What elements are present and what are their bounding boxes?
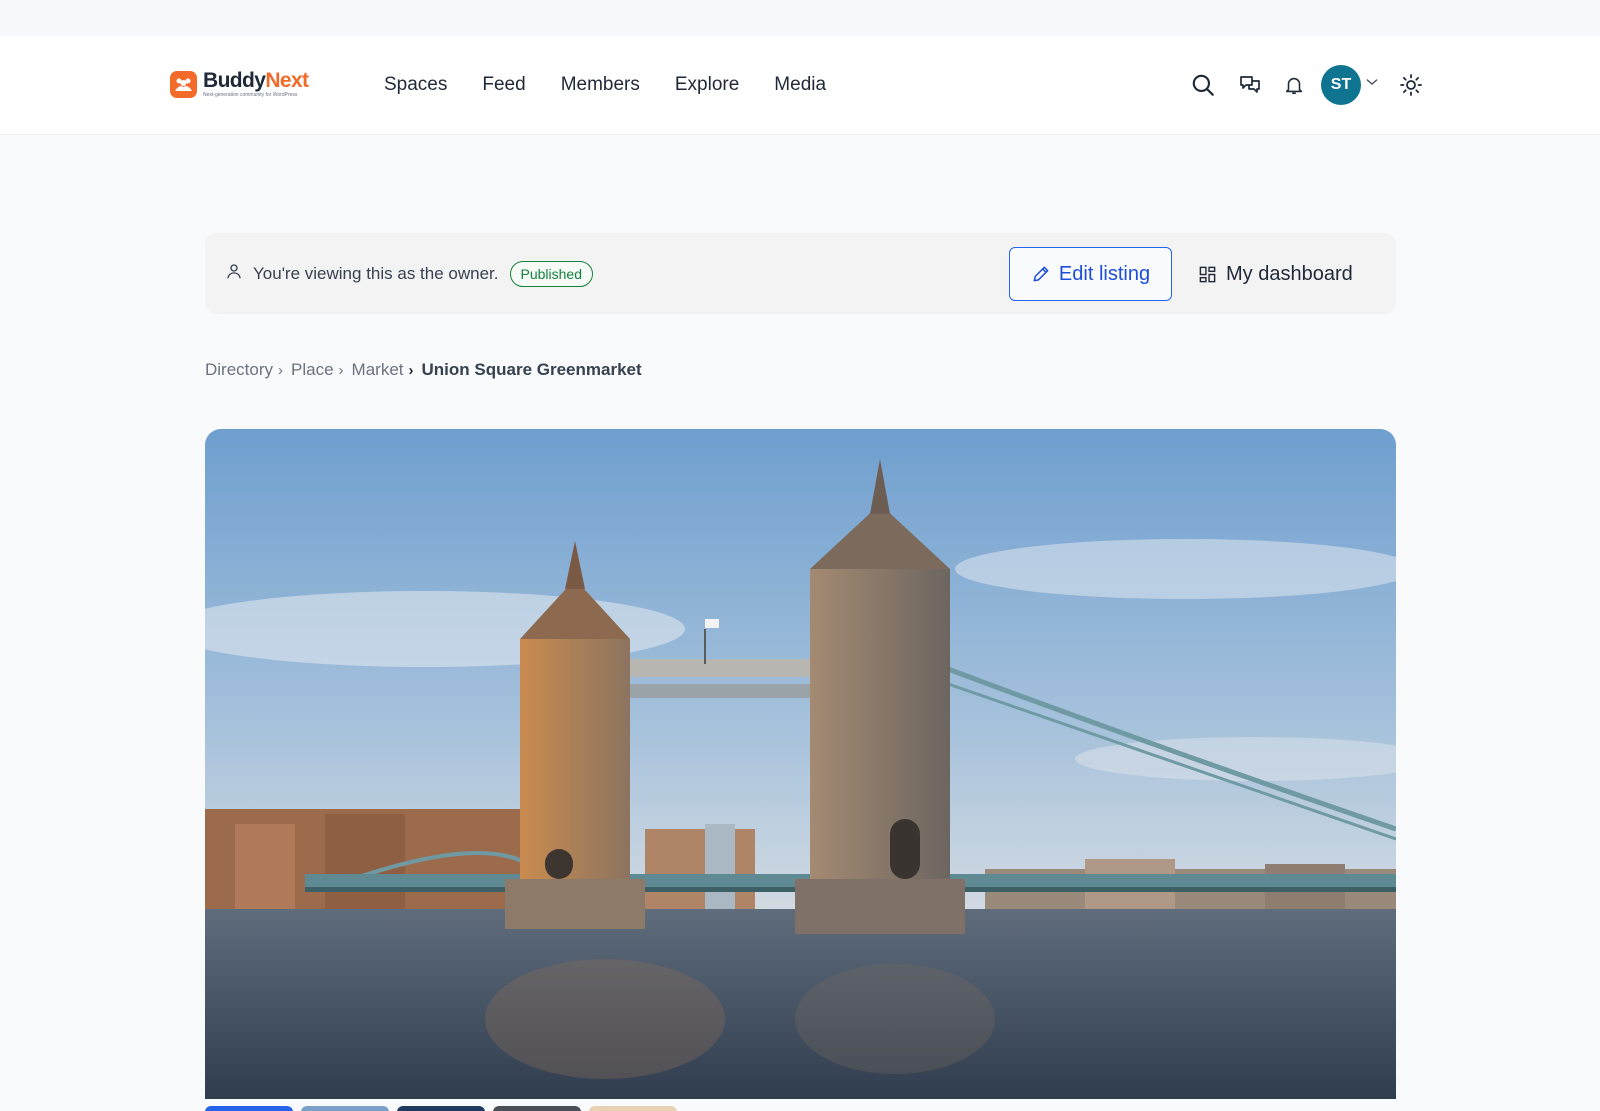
- sun-icon[interactable]: [1396, 70, 1426, 100]
- nav-item-spaces[interactable]: Spaces: [384, 73, 447, 97]
- breadcrumb-place[interactable]: Place: [291, 360, 334, 380]
- nav-item-explore[interactable]: Explore: [675, 73, 739, 97]
- header-actions: ST: [1188, 64, 1426, 106]
- breadcrumb: Directory › Place › Market › Union Squar…: [205, 360, 642, 380]
- site-logo[interactable]: BuddyNext Next-generation community for …: [170, 69, 309, 98]
- logo-mark-icon: [170, 70, 197, 98]
- breadcrumb-market[interactable]: Market: [352, 360, 404, 380]
- edit-listing-label: Edit listing: [1058, 262, 1151, 285]
- user-avatar[interactable]: ST: [1321, 65, 1361, 105]
- my-dashboard-button[interactable]: My dashboard: [1198, 247, 1353, 301]
- chevron-down-icon[interactable]: [1363, 67, 1381, 97]
- nav-item-members[interactable]: Members: [561, 73, 640, 97]
- gallery-thumb[interactable]: [301, 1106, 389, 1111]
- user-icon: [225, 262, 243, 285]
- breadcrumb-separator-icon: ›: [408, 361, 414, 379]
- bell-icon[interactable]: [1279, 70, 1309, 100]
- logo-name: BuddyNext: [203, 69, 309, 92]
- owner-message: You're viewing this as the owner.: [253, 263, 499, 283]
- breadcrumb-separator-icon: ›: [338, 361, 344, 379]
- nav-item-feed[interactable]: Feed: [482, 73, 525, 97]
- logo-tagline: Next-generation community for WordPress: [203, 92, 298, 98]
- gallery-thumb[interactable]: [397, 1106, 485, 1111]
- site-header: BuddyNext Next-generation community for …: [0, 36, 1600, 135]
- main-nav: Spaces Feed Members Explore Media: [384, 73, 861, 97]
- dashboard-icon: [1199, 266, 1216, 282]
- gallery-thumb[interactable]: [205, 1106, 293, 1111]
- breadcrumb-directory[interactable]: Directory: [205, 360, 273, 380]
- edit-listing-button[interactable]: Edit listing: [1009, 247, 1172, 301]
- my-dashboard-label: My dashboard: [1226, 262, 1353, 285]
- breadcrumb-current: Union Square Greenmarket: [421, 360, 642, 379]
- hero-image[interactable]: [205, 429, 1396, 1099]
- pencil-icon: [1033, 266, 1049, 282]
- messages-icon[interactable]: [1235, 70, 1265, 100]
- gallery-thumbnails: [205, 1106, 685, 1111]
- search-icon[interactable]: [1188, 70, 1218, 100]
- owner-notice-bar: You're viewing this as the owner. Publis…: [205, 233, 1396, 314]
- nav-item-media[interactable]: Media: [774, 73, 826, 97]
- gallery-thumb[interactable]: [589, 1106, 677, 1111]
- top-strip: [0, 0, 1600, 36]
- breadcrumb-separator-icon: ›: [278, 361, 284, 379]
- status-badge: Published: [509, 260, 593, 287]
- gallery-thumb[interactable]: [493, 1106, 581, 1111]
